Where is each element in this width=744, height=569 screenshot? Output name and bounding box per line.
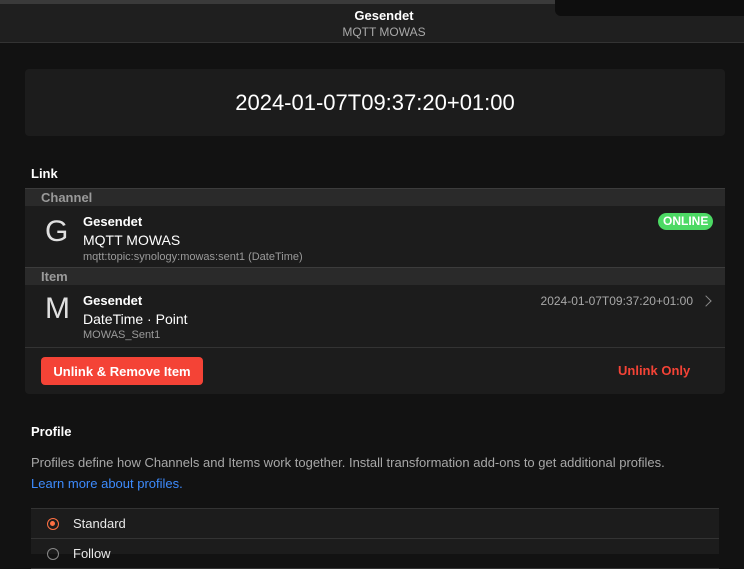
item-row[interactable]: M Gesendet DateTime · Point MOWAS_Sent1 … xyxy=(25,286,725,346)
status-badge: ONLINE xyxy=(658,213,714,230)
channel-label: Gesendet xyxy=(83,214,143,229)
link-section-title: Link xyxy=(31,166,58,181)
chevron-right-icon xyxy=(700,295,712,307)
divider xyxy=(25,347,725,348)
learn-more-profiles-link[interactable]: Learn more about profiles. xyxy=(31,476,183,491)
profile-option-follow[interactable]: Follow xyxy=(31,539,719,569)
profile-radio-list: Standard Follow xyxy=(31,508,719,569)
page-title: Gesendet xyxy=(354,8,414,23)
profile-option-standard[interactable]: Standard xyxy=(31,509,719,539)
navbar-accent xyxy=(0,0,555,4)
item-type: DateTime · Point xyxy=(83,311,188,327)
radio-unchecked-icon[interactable] xyxy=(47,548,59,560)
profile-section-title: Profile xyxy=(31,424,72,439)
profile-option-label: Follow xyxy=(73,546,111,561)
unlink-remove-item-button[interactable]: Unlink & Remove Item xyxy=(41,357,203,385)
channel-avatar-letter: G xyxy=(45,215,69,248)
channel-group-header: Channel xyxy=(25,188,725,206)
item-group-header: Item xyxy=(25,267,725,285)
item-name: MOWAS_Sent1 xyxy=(83,329,161,341)
unlink-only-button[interactable]: Unlink Only xyxy=(618,363,690,378)
item-avatar-letter: M xyxy=(45,292,70,325)
profile-description: Profiles define how Channels and Items w… xyxy=(31,455,665,470)
page-subtitle: MQTT MOWAS xyxy=(342,25,426,39)
item-row-state: 2024-01-07T09:37:20+01:00 xyxy=(540,294,693,308)
channel-thing: MQTT MOWAS xyxy=(83,232,181,248)
radio-checked-icon[interactable] xyxy=(47,518,59,530)
channel-uid: mqtt:topic:synology:mowas:sent1 (DateTim… xyxy=(83,251,303,263)
profile-option-label: Standard xyxy=(73,516,126,531)
item-state-value: 2024-01-07T09:37:20+01:00 xyxy=(235,89,515,115)
item-state-card: 2024-01-07T09:37:20+01:00 xyxy=(25,69,725,136)
channel-row: G Gesendet MQTT MOWAS mqtt:topic:synolog… xyxy=(25,207,725,267)
link-card: Channel G Gesendet MQTT MOWAS mqtt:topic… xyxy=(25,188,725,394)
item-label: Gesendet xyxy=(83,293,143,308)
navbar: Gesendet MQTT MOWAS xyxy=(0,0,744,43)
